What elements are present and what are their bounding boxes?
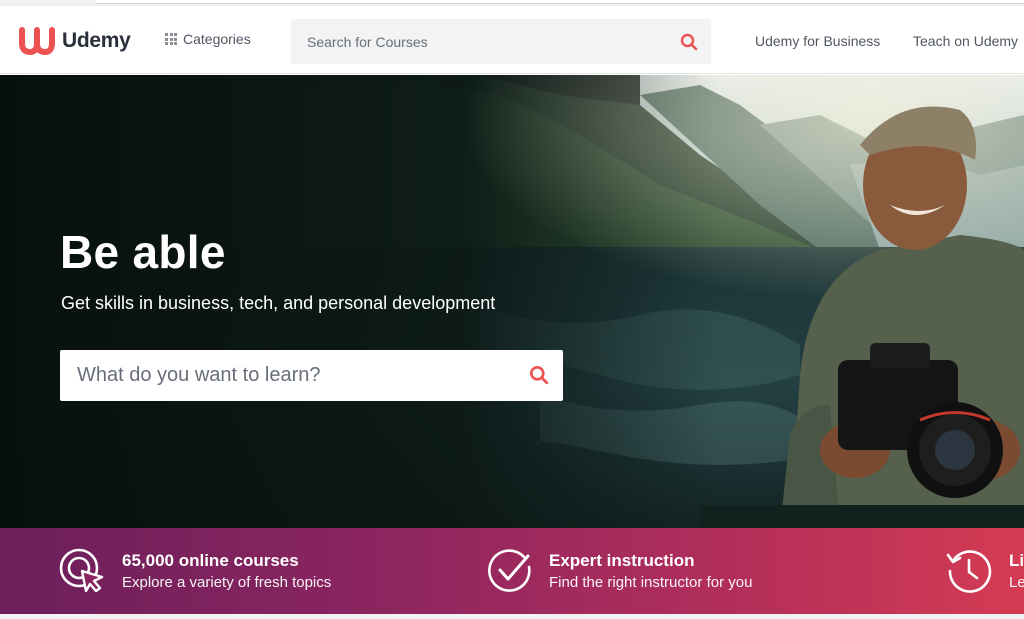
value-proposition-band: 65,000 online courses Explore a variety … [0,528,1024,614]
feature-title: Expert instruction [549,550,695,570]
hero-banner: Be able Get skills in business, tech, an… [0,75,1024,528]
page-bottom-edge [0,614,1024,619]
target-cursor-icon [59,548,104,593]
hero-search-bar [60,350,563,401]
nav-teach-on-udemy[interactable]: Teach on Udemy [913,33,1018,49]
hero-subtitle: Get skills in business, tech, and person… [61,293,496,313]
feature-lifetime-access: Li Le [945,528,1024,614]
feature-online-courses: 65,000 online courses Explore a variety … [58,528,331,614]
feature-subtitle: Le [1009,573,1024,591]
feature-title: 65,000 online courses [122,550,299,570]
feature-subtitle: Explore a variety of fresh topics [122,573,332,591]
udemy-logo-icon [19,27,55,56]
site-header: Udemy Categories Udemy for Business Teac… [0,6,1024,74]
feature-expert-instruction: Expert instruction Find the right instru… [487,528,752,614]
categories-menu[interactable]: Categories [165,31,251,47]
address-bar-edge [96,0,1024,4]
feature-title: Li [1009,550,1024,570]
header-search-bar [291,19,711,64]
check-badge-icon [488,549,531,592]
hero-title: Be able [60,226,226,278]
search-icon[interactable] [679,32,699,52]
udemy-logo[interactable]: Udemy [18,24,131,58]
feature-subtitle: Find the right instructor for you [549,573,753,591]
header-search-input[interactable] [291,19,677,64]
grid-icon [165,33,177,45]
search-icon[interactable] [528,364,550,386]
nav-udemy-for-business[interactable]: Udemy for Business [755,33,880,49]
history-clock-icon [946,550,992,593]
logo-text: Udemy [62,29,131,52]
categories-label: Categories [183,31,251,47]
hero-search-input[interactable] [60,350,527,401]
